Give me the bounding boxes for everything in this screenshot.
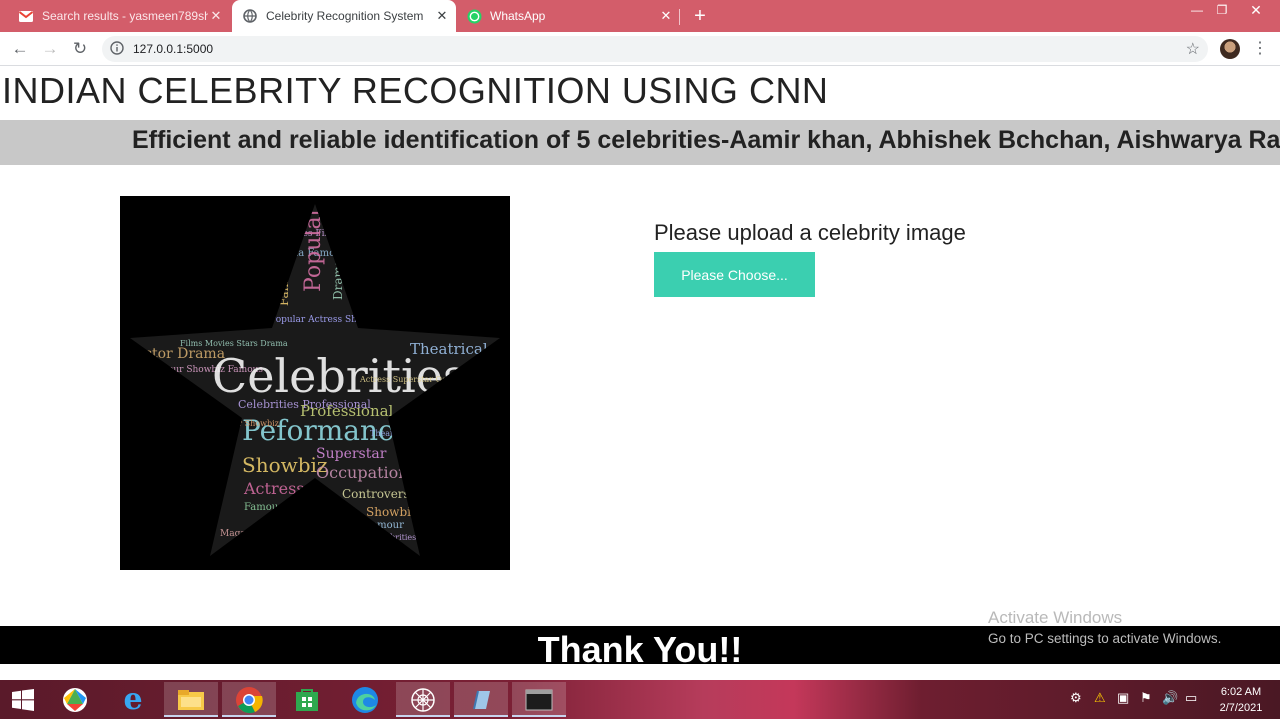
browser-toolbar: ← → ↻ 127.0.0.1:5000 ☆ ⋮ xyxy=(0,32,1280,66)
volume-icon[interactable]: 🔊 xyxy=(1162,690,1178,706)
windows-taskbar: e ⚙ ⚠ ▣ ⚑ 🔊 ▭ 6:02 AM 2/7/2021 xyxy=(0,680,1280,719)
info-icon[interactable] xyxy=(110,41,126,57)
reload-icon[interactable]: ↻ xyxy=(70,39,90,59)
spider-app-icon[interactable] xyxy=(396,682,450,717)
internet-explorer-icon[interactable]: e xyxy=(106,682,160,717)
close-icon[interactable]: ✕ xyxy=(208,8,224,24)
restore-button[interactable]: ❐ xyxy=(1207,0,1237,20)
watermark-title: Activate Windows xyxy=(988,608,1123,627)
flag-tray-icon[interactable]: ⚑ xyxy=(1140,690,1152,706)
edge-icon[interactable] xyxy=(338,682,392,717)
app-tray-icon[interactable]: ▣ xyxy=(1117,690,1129,706)
svg-text:Famous: Famous xyxy=(277,259,291,306)
chrome-icon[interactable] xyxy=(222,682,276,717)
page-title: INDIAN CELEBRITY RECOGNITION USING CNN xyxy=(2,70,829,111)
close-icon[interactable]: ✕ xyxy=(658,8,674,24)
photos-icon[interactable] xyxy=(48,682,102,717)
forward-arrow-icon[interactable]: → xyxy=(40,39,60,59)
marquee-banner: Efficient and reliable identification of… xyxy=(0,120,1280,165)
tab-celebrity-recognition[interactable]: Celebrity Recognition System ✕ xyxy=(232,0,456,32)
svg-text:Actor Showbiz: Actor Showbiz xyxy=(219,419,279,428)
svg-text:Showbiz: Showbiz xyxy=(366,505,417,519)
window-close-button[interactable]: ✕ xyxy=(1236,0,1276,20)
svg-text:Actress: Actress xyxy=(243,479,304,498)
web-page: INDIAN CELEBRITY RECOGNITION USING CNN E… xyxy=(0,66,1280,680)
upload-title: Please upload a celebrity image xyxy=(654,220,966,245)
watermark-subtitle: Go to PC settings to activate Windows. xyxy=(988,631,1222,646)
marquee-text: Efficient and reliable identification of… xyxy=(132,126,1280,154)
svg-text:Occupation: Occupation xyxy=(316,463,409,482)
globe-icon xyxy=(242,8,258,24)
svg-text:Magazines Actor: Magazines Actor xyxy=(220,529,298,539)
bookmark-star-icon[interactable]: ☆ xyxy=(1186,39,1200,59)
browser-tab-strip: Search results - yasmeen789sha ✕ Celebri… xyxy=(0,0,1280,32)
url-text: 127.0.0.1:5000 xyxy=(133,42,214,56)
star-word-cloud: Movies Films Stars Drama Famous Actor Po… xyxy=(130,204,500,556)
clock-date: 2/7/2021 xyxy=(1219,702,1263,714)
svg-text:Popular Actress Showbiz: Popular Actress Showbiz xyxy=(270,315,384,325)
system-clock[interactable]: 6:02 AM 2/7/2021 xyxy=(1208,684,1274,716)
back-arrow-icon[interactable]: ← xyxy=(10,39,30,59)
file-explorer-icon[interactable] xyxy=(164,682,218,717)
celebrities-star-image: Movies Films Stars Drama Famous Actor Po… xyxy=(120,196,510,570)
gmail-icon xyxy=(18,8,34,24)
tab-whatsapp[interactable]: WhatsApp ✕ xyxy=(458,0,680,32)
notes-app-icon[interactable] xyxy=(454,682,508,717)
warning-tray-icon[interactable]: ⚠ xyxy=(1094,690,1106,706)
network-tray-icon[interactable]: ⚙ xyxy=(1070,690,1082,706)
display-tray-icon[interactable]: ▭ xyxy=(1185,690,1197,706)
svg-text:Drama: Drama xyxy=(331,259,345,300)
choose-file-button[interactable]: Please Choose... xyxy=(654,252,815,297)
menu-kebab-icon[interactable]: ⋮ xyxy=(1252,39,1268,59)
tab-separator xyxy=(679,9,680,25)
svg-text:Glamour: Glamour xyxy=(360,520,404,531)
windows-start-icon[interactable] xyxy=(0,682,46,717)
new-tab-button[interactable]: + xyxy=(690,6,710,26)
store-icon[interactable] xyxy=(280,682,334,717)
tab-title: WhatsApp xyxy=(490,9,546,23)
svg-text:Popular: Popular xyxy=(301,205,326,292)
svg-text:Famous: Famous xyxy=(244,502,283,513)
address-bar[interactable]: 127.0.0.1:5000 ☆ xyxy=(102,36,1208,62)
svg-text:Controversy: Controversy xyxy=(342,487,417,501)
terminal-icon[interactable] xyxy=(512,682,566,717)
svg-text:Theatrical Drama Film: Theatrical Drama Film xyxy=(370,429,463,438)
svg-text:Actress Superstar Occupation: Actress Superstar Occupation xyxy=(359,375,482,384)
tab-gmail-search[interactable]: Search results - yasmeen789sha ✕ xyxy=(8,0,230,32)
activate-windows-watermark: Activate Windows Go to PC settings to ac… xyxy=(988,608,1221,646)
svg-text:Celebrities: Celebrities xyxy=(372,533,416,542)
close-icon[interactable]: ✕ xyxy=(434,8,450,24)
svg-text:Films Movies Stars Drama: Films Movies Stars Drama xyxy=(180,339,288,348)
clock-time: 6:02 AM xyxy=(1220,686,1262,698)
tab-title: Search results - yasmeen789sha xyxy=(42,9,208,23)
profile-avatar[interactable] xyxy=(1220,39,1240,59)
whatsapp-icon xyxy=(466,8,482,24)
tab-title: Celebrity Recognition System xyxy=(266,9,424,23)
svg-text:Showbiz: Showbiz xyxy=(242,453,327,477)
